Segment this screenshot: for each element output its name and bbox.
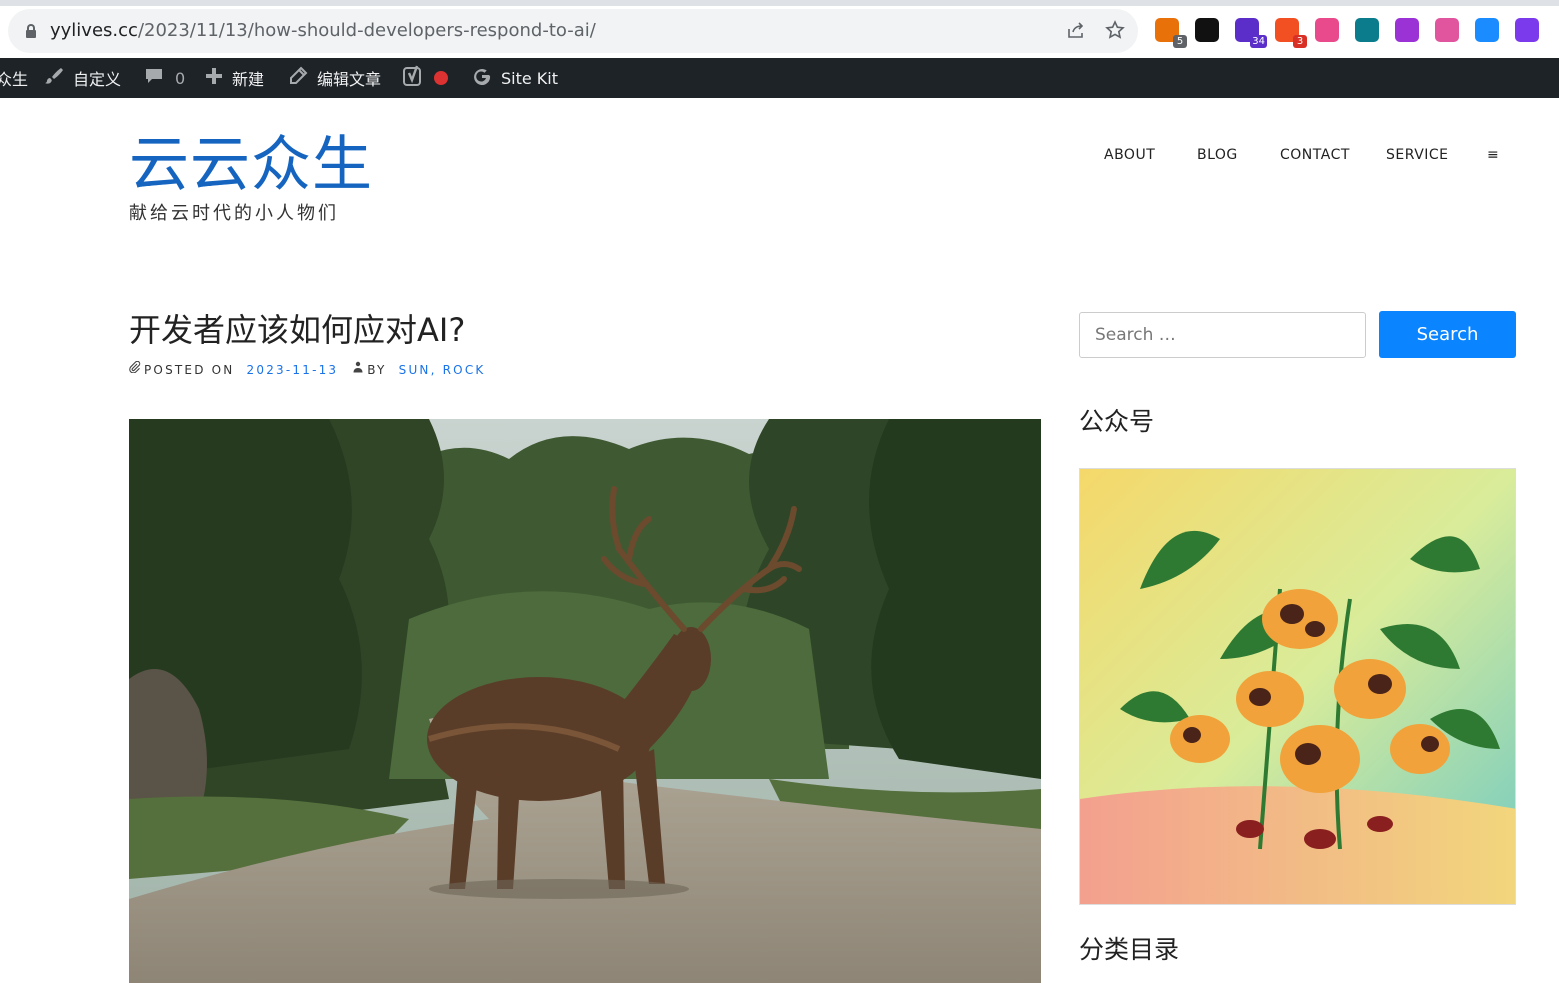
notion-icon[interactable] bbox=[1195, 18, 1219, 42]
new-label: 新建 bbox=[232, 70, 265, 89]
chrome-ext-8-icon[interactable] bbox=[1435, 18, 1459, 42]
paperclip-icon bbox=[129, 360, 141, 380]
post-title: 开发者应该如何应对AI? bbox=[129, 311, 466, 349]
chrome-ext-6-icon[interactable] bbox=[1355, 18, 1379, 42]
url-path: /2023/11/13/how-should-developers-respon… bbox=[137, 20, 596, 41]
extension-badge: 34 bbox=[1250, 35, 1267, 48]
chrome-ext-4-icon[interactable]: 3 bbox=[1275, 18, 1307, 48]
yoast-icon bbox=[403, 65, 425, 92]
post-meta: POSTED ON 2023-11-13 BY SUN, ROCK bbox=[129, 360, 485, 380]
customize-link[interactable]: 自定义 bbox=[44, 58, 121, 98]
customize-label: 自定义 bbox=[73, 70, 122, 89]
url-host: yylives.cc bbox=[50, 20, 138, 41]
graduation-cap-icon[interactable]: 34 bbox=[1235, 18, 1267, 48]
chrome-ext-1-icon[interactable]: 5 bbox=[1155, 18, 1187, 48]
admin-site-name[interactable]: 众生 bbox=[0, 58, 28, 98]
plus-icon bbox=[205, 67, 223, 90]
post-author-link[interactable]: SUN, ROCK bbox=[399, 360, 486, 380]
chrome-ext-7-icon[interactable] bbox=[1395, 18, 1419, 42]
site-title[interactable]: 云云众生 bbox=[129, 128, 373, 202]
translate-icon[interactable] bbox=[1315, 18, 1339, 42]
nav-service[interactable]: SERVICE bbox=[1386, 144, 1449, 166]
yoast-seo-menu[interactable] bbox=[403, 58, 448, 98]
nav-contact[interactable]: CONTACT bbox=[1280, 144, 1350, 166]
posted-on-label: POSTED ON bbox=[144, 363, 235, 377]
menu-toggle-icon[interactable]: ≡ bbox=[1487, 144, 1499, 166]
widget-title-wechat: 公众号 bbox=[1079, 407, 1155, 436]
new-content-link[interactable]: 新建 bbox=[205, 58, 264, 98]
paintbrush-icon bbox=[44, 66, 64, 91]
comments-count: 0 bbox=[175, 68, 186, 88]
site-kit-link[interactable]: Site Kit bbox=[472, 58, 558, 98]
openai-icon[interactable] bbox=[1515, 18, 1539, 42]
browser-chrome: yylives.cc/2023/11/13/how-should-develop… bbox=[0, 0, 1559, 58]
bookmark-star-icon[interactable] bbox=[1104, 20, 1126, 42]
comments-link[interactable]: 0 bbox=[144, 58, 185, 98]
search-input[interactable] bbox=[1079, 312, 1366, 358]
wp-admin-bar: 众生 自定义 0 新建 编辑文章 Site Kit bbox=[0, 58, 1559, 98]
site-description: 献给云时代的小人物们 bbox=[129, 203, 339, 224]
search-button[interactable]: Search bbox=[1379, 311, 1516, 358]
edit-post-label: 编辑文章 bbox=[317, 70, 382, 89]
tab-strip-edge bbox=[0, 0, 1559, 6]
address-bar[interactable]: yylives.cc/2023/11/13/how-should-develop… bbox=[8, 9, 1138, 53]
share-icon[interactable] bbox=[1065, 20, 1087, 42]
edit-post-link[interactable]: 编辑文章 bbox=[288, 58, 381, 98]
widget-title-categories: 分类目录 bbox=[1079, 935, 1180, 964]
author-icon bbox=[352, 360, 364, 380]
nav-blog[interactable]: BLOG bbox=[1197, 144, 1238, 166]
comment-bubble-icon bbox=[144, 66, 164, 91]
url-text[interactable]: yylives.cc/2023/11/13/how-should-develop… bbox=[50, 20, 596, 42]
post-date-link[interactable]: 2023-11-13 bbox=[247, 360, 339, 380]
pencil-icon bbox=[288, 66, 308, 91]
featured-image-elk bbox=[129, 419, 1041, 983]
by-label: BY bbox=[367, 363, 387, 377]
lock-icon[interactable] bbox=[26, 24, 36, 38]
extension-badge: 3 bbox=[1293, 35, 1307, 48]
chrome-ext-9-icon[interactable] bbox=[1475, 18, 1499, 42]
nav-about[interactable]: ABOUT bbox=[1104, 144, 1155, 166]
google-g-icon bbox=[472, 66, 492, 91]
seo-status-dot bbox=[434, 71, 448, 85]
extension-badge: 5 bbox=[1173, 35, 1187, 48]
wechat-qr-image bbox=[1079, 468, 1516, 905]
site-kit-label: Site Kit bbox=[501, 68, 559, 88]
